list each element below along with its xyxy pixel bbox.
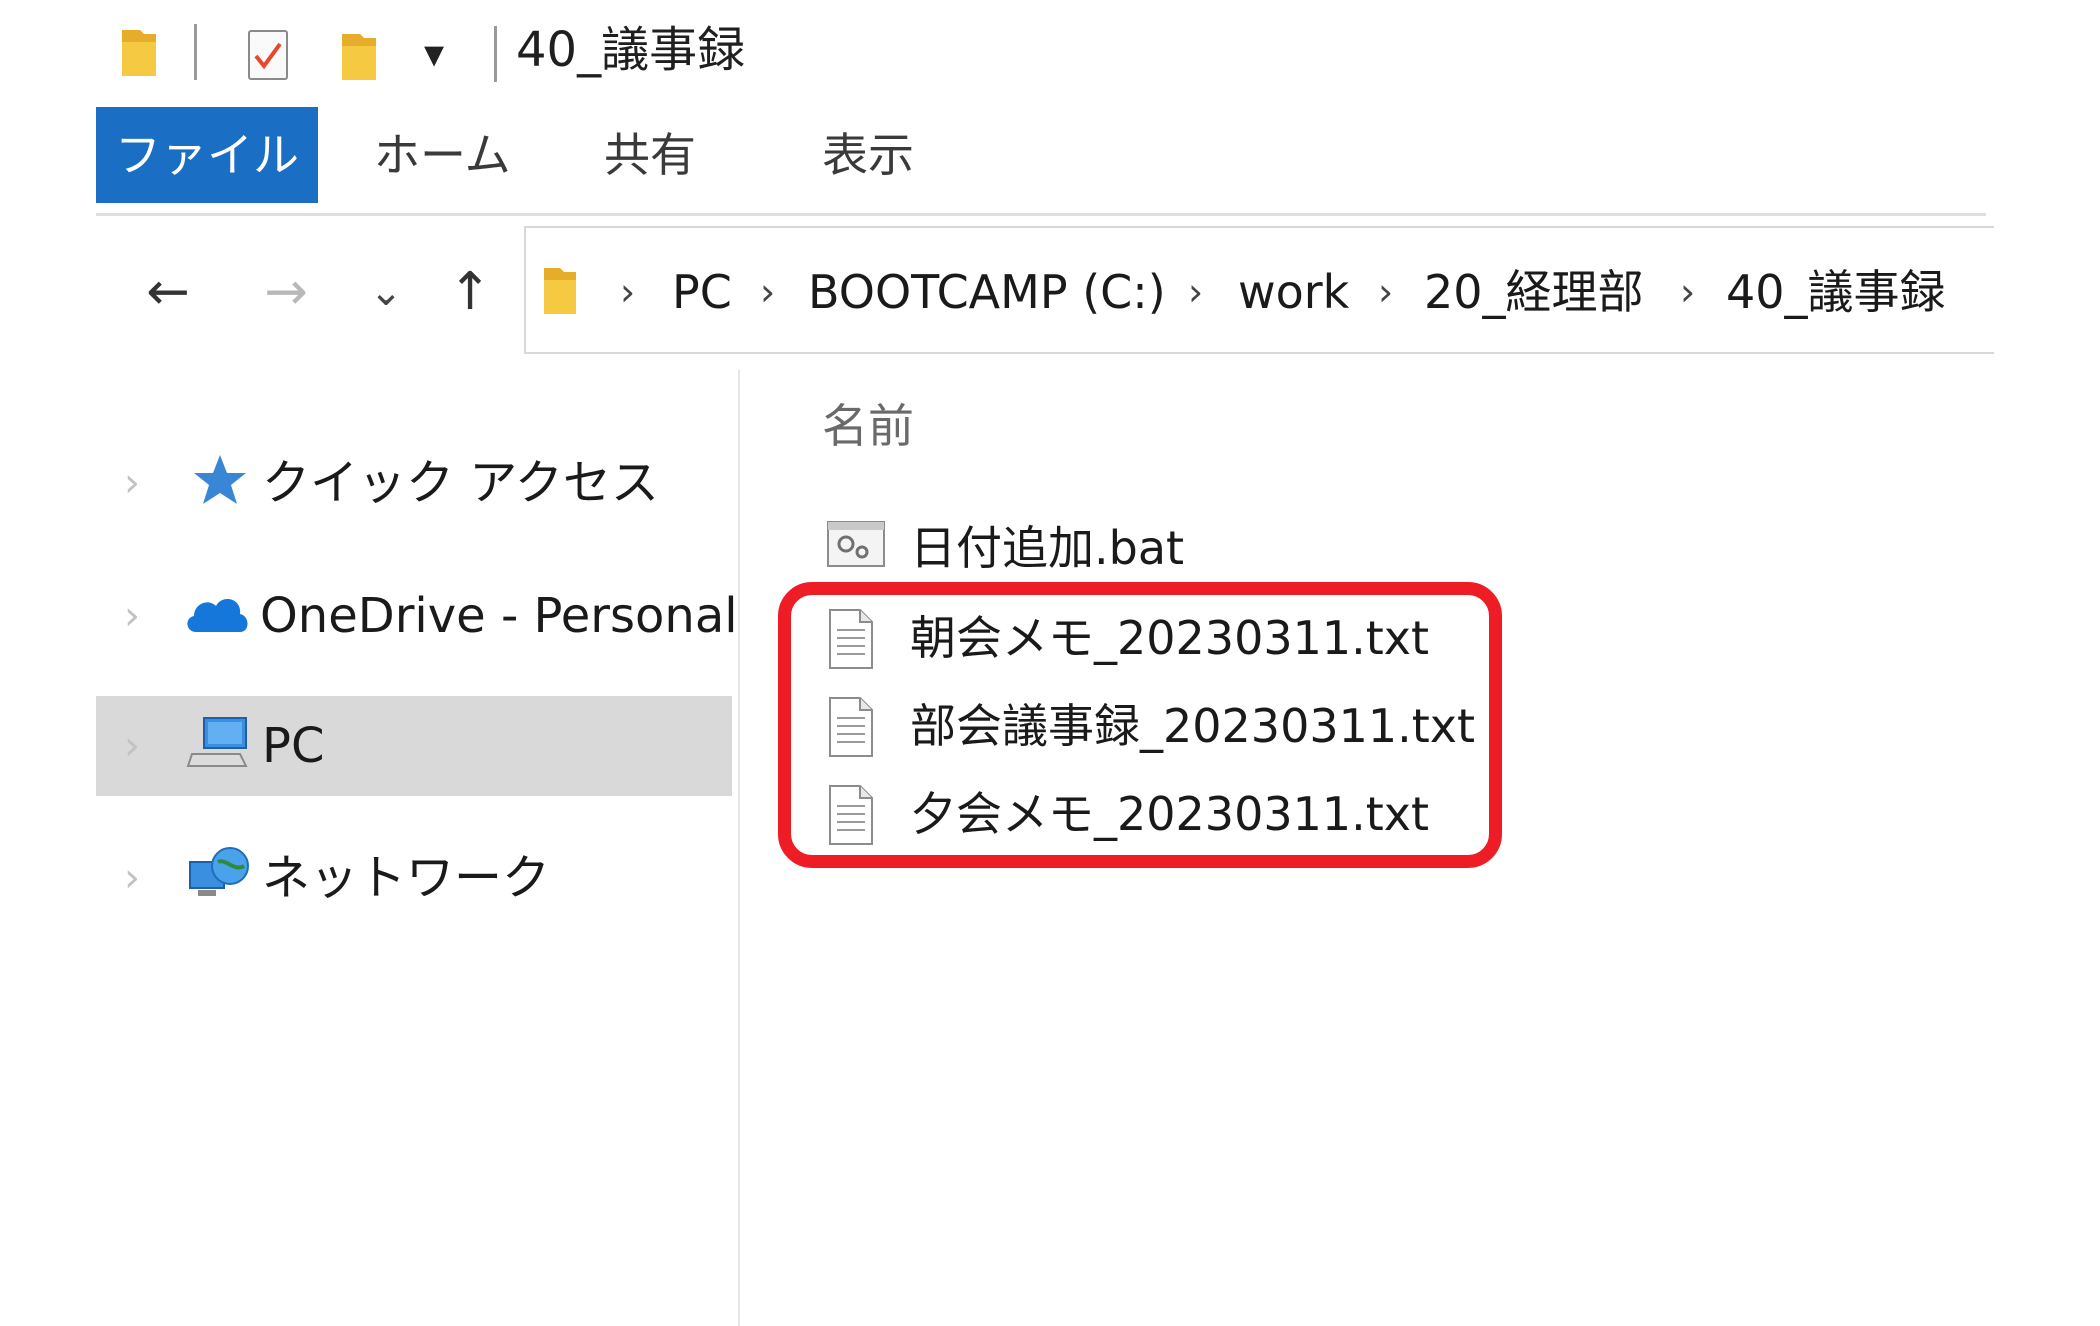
computer-icon (186, 717, 248, 767)
column-header-name[interactable]: 名前 (822, 394, 914, 458)
breadcrumb-bootcamp[interactable]: BOOTCAMP (C:) (808, 252, 1166, 332)
breadcrumb-chevron-icon[interactable]: › (1188, 252, 1203, 332)
tab-file[interactable]: ファイル (96, 107, 318, 203)
expand-chevron-icon[interactable]: › (124, 850, 140, 906)
folder-icon[interactable] (118, 24, 160, 80)
file-name: 日付追加.bat (910, 521, 1185, 575)
new-folder-icon[interactable] (338, 28, 380, 84)
star-icon (194, 455, 246, 504)
customize-dropdown-icon[interactable]: ▾ (424, 26, 444, 82)
title-bar: ▾ 40_議事録 (0, 0, 2100, 100)
expand-chevron-icon[interactable]: › (124, 588, 140, 644)
toolbar-separator (194, 24, 197, 80)
expand-chevron-icon[interactable]: › (124, 718, 140, 774)
tab-view[interactable]: 表示 (822, 107, 914, 203)
properties-check-icon[interactable] (248, 30, 288, 80)
breadcrumb-chevron-icon[interactable]: › (1680, 252, 1695, 332)
batch-file-icon (827, 521, 885, 567)
tab-home[interactable]: ホーム (374, 107, 511, 203)
recent-locations-button[interactable]: ⌄ (364, 252, 408, 332)
sidebar-item-pc[interactable]: › PC (96, 696, 732, 796)
pane-divider[interactable] (738, 370, 740, 1326)
file-row[interactable]: 日付追加.bat (826, 508, 2026, 588)
ribbon-divider (96, 213, 1986, 216)
sidebar-item-label: OneDrive - Personal (260, 588, 738, 644)
highlight-box (778, 582, 1502, 868)
back-button[interactable]: ← (136, 252, 200, 332)
toolbar-separator (494, 26, 497, 82)
breadcrumb-chevron-icon[interactable]: › (620, 252, 635, 332)
breadcrumb-pc[interactable]: PC (672, 252, 732, 332)
sidebar-item-quick-access[interactable]: › クイック アクセス (96, 433, 732, 533)
sidebar-item-label: クイック アクセス (262, 455, 659, 511)
breadcrumb-minutes[interactable]: 40_議事録 (1726, 252, 1946, 332)
up-button[interactable]: ↑ (440, 252, 500, 332)
sidebar-item-label: PC (262, 718, 325, 774)
tab-share[interactable]: 共有 (604, 107, 696, 203)
breadcrumb-chevron-icon[interactable]: › (760, 252, 775, 332)
sidebar-item-onedrive[interactable]: › OneDrive - Personal (96, 566, 738, 666)
sidebar-item-label: ネットワーク (262, 850, 551, 906)
breadcrumb-accounting[interactable]: 20_経理部 (1424, 252, 1644, 332)
window-title: 40_議事録 (516, 22, 746, 78)
folder-icon (544, 268, 576, 314)
forward-button[interactable]: → (254, 252, 318, 332)
breadcrumb-work[interactable]: work (1238, 252, 1349, 332)
breadcrumb-chevron-icon[interactable]: › (1378, 252, 1393, 332)
network-icon (189, 847, 249, 896)
cloud-icon (187, 599, 248, 632)
sidebar-item-network[interactable]: › ネットワーク (96, 828, 732, 928)
expand-chevron-icon[interactable]: › (124, 455, 140, 511)
